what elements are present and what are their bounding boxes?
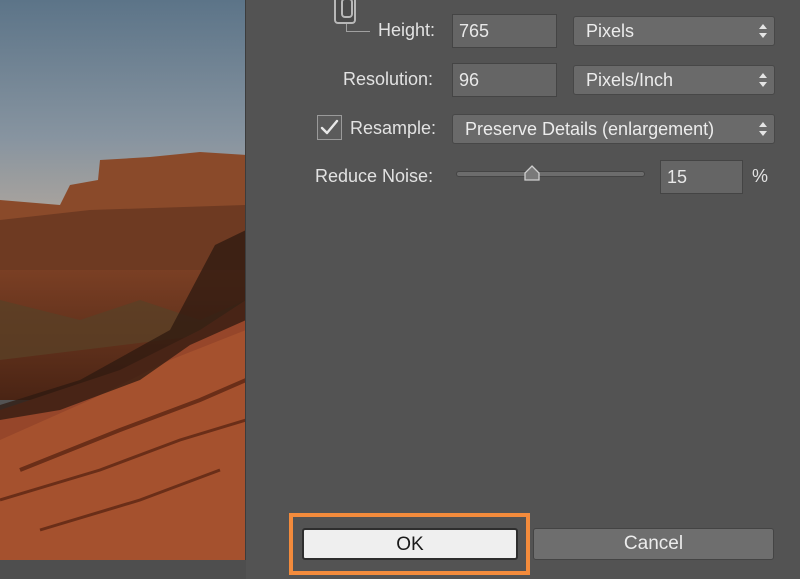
height-unit-value: Pixels <box>586 21 635 41</box>
resolution-unit-value: Pixels/Inch <box>586 70 674 90</box>
height-input[interactable]: 765 <box>452 14 557 48</box>
height-unit-select[interactable]: Pixels <box>573 16 775 46</box>
height-label: Height: <box>378 20 436 40</box>
preview-footer <box>0 560 246 579</box>
image-preview <box>0 0 246 560</box>
dropdown-arrows-icon <box>758 21 768 41</box>
cancel-button[interactable]: Cancel <box>533 528 774 560</box>
resample-method-select[interactable]: Preserve Details (enlargement) <box>452 114 775 144</box>
slider-thumb-icon[interactable] <box>523 165 541 181</box>
reduce-noise-input[interactable]: 15 <box>660 160 743 194</box>
reduce-noise-unit: % <box>752 166 769 186</box>
resolution-unit-select[interactable]: Pixels/Inch <box>573 65 775 95</box>
dropdown-arrows-icon <box>758 70 768 90</box>
ok-button[interactable]: OK <box>302 528 518 560</box>
resolution-input[interactable]: 96 <box>452 63 557 97</box>
reduce-noise-label: Reduce Noise: <box>315 166 434 186</box>
link-icon[interactable] <box>334 0 356 24</box>
resample-label: Resample: <box>350 118 437 138</box>
resample-checkbox[interactable] <box>317 115 342 140</box>
constrain-bracket <box>346 24 370 32</box>
resample-method-value: Preserve Details (enlargement) <box>465 119 715 139</box>
resolution-label: Resolution: <box>343 69 434 89</box>
dropdown-arrows-icon <box>758 119 768 139</box>
reduce-noise-slider[interactable] <box>456 171 645 177</box>
checkmark-icon <box>320 119 339 135</box>
